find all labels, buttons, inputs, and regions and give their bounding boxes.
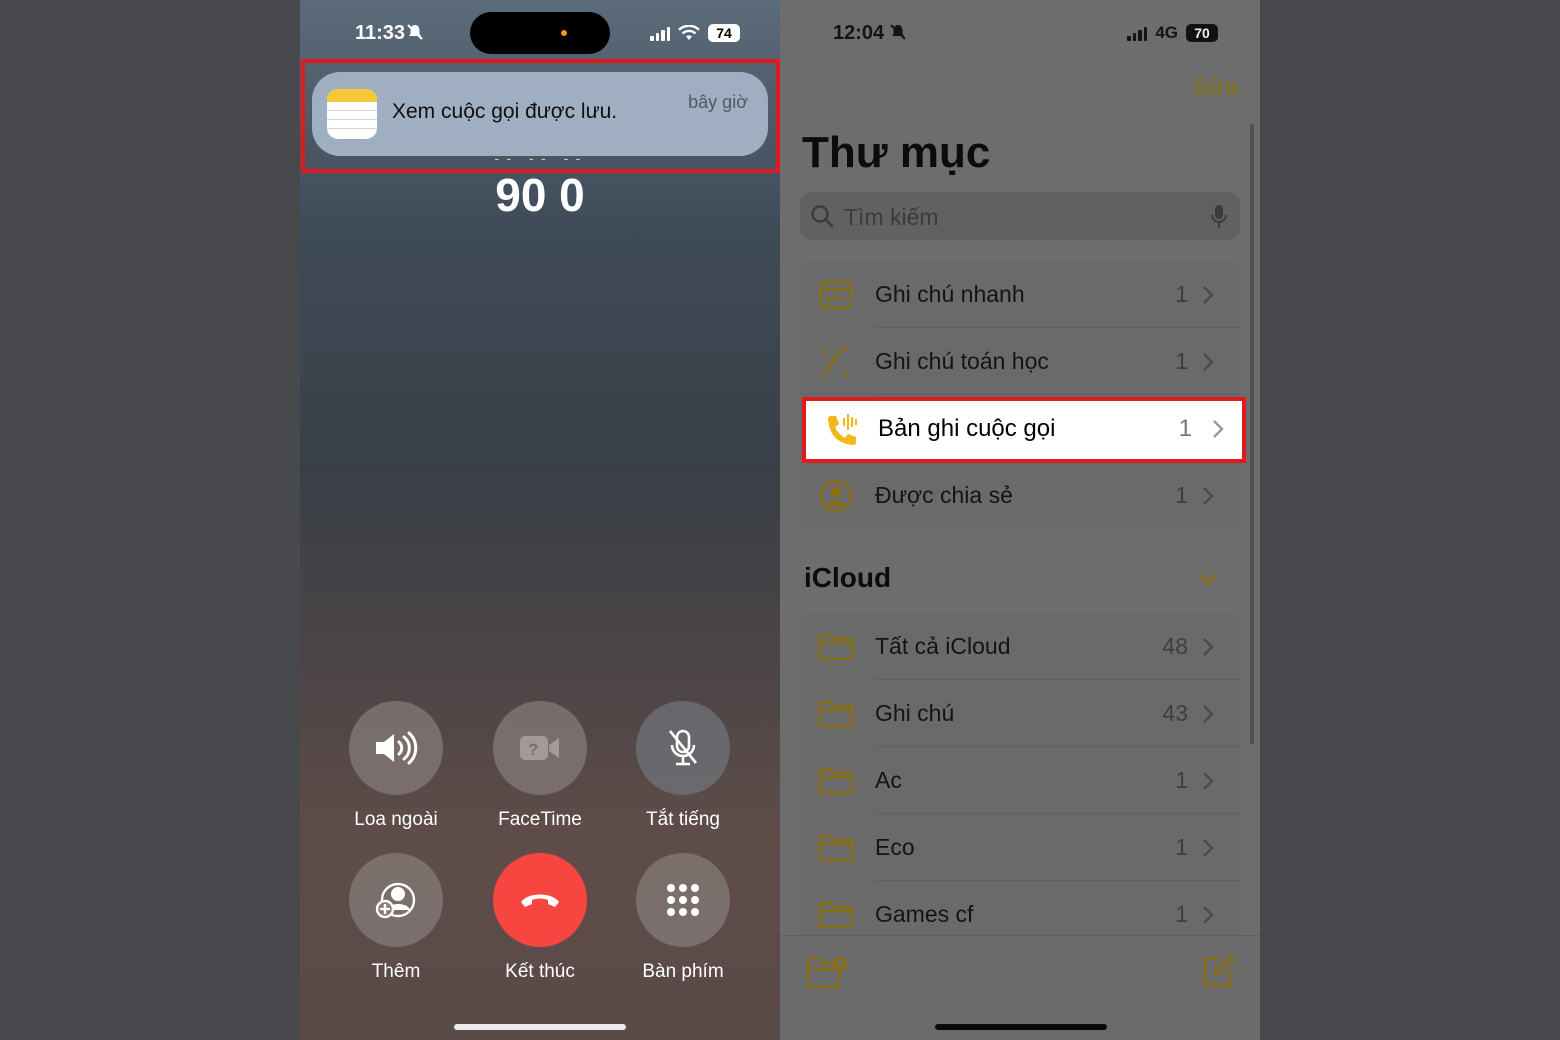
search-placeholder: Tìm kiếm [844, 204, 939, 230]
hang-up-icon [521, 894, 559, 907]
mute-button[interactable] [636, 701, 730, 795]
chevron-down-icon[interactable] [1198, 572, 1218, 586]
speaker-label: Loa ngoài [354, 809, 438, 830]
folder-icon [818, 763, 854, 799]
chevron-right-icon [1202, 283, 1218, 307]
facetime-control[interactable]: ? FaceTime [470, 701, 610, 831]
speaker-control[interactable]: Loa ngoài [326, 701, 466, 831]
battery-icon: 74 [708, 24, 740, 42]
network-type: 4G [1155, 23, 1178, 42]
folder-icon [818, 830, 854, 866]
svg-text:Y: Y [820, 346, 828, 360]
scrollbar[interactable] [1250, 124, 1254, 744]
chevron-right-icon [1202, 484, 1218, 508]
search-icon [811, 205, 834, 228]
chevron-right-icon [1202, 350, 1218, 374]
chevron-right-icon [1202, 836, 1218, 860]
caller-number: 90 0 [495, 169, 585, 221]
new-folder-icon[interactable] [806, 956, 850, 990]
home-indicator[interactable] [454, 1024, 626, 1030]
dynamic-island [470, 12, 610, 54]
folder-row-shared[interactable]: Được chia sẻ 1 [800, 462, 1240, 529]
add-call-button[interactable] [349, 853, 443, 947]
folder-row-math-notes[interactable]: YX Ghi chú toán học 1 [800, 328, 1240, 395]
chevron-right-icon [1212, 419, 1224, 444]
folder-icon [818, 629, 854, 665]
icloud-section-header[interactable]: iCloud [804, 562, 891, 594]
add-person-icon [375, 882, 416, 919]
folder-icon [818, 696, 854, 732]
edit-button[interactable]: Sửa [1193, 74, 1238, 102]
cellular-signal-icon [1127, 25, 1148, 41]
end-call-label: Kết thúc [505, 961, 575, 982]
notes-folders-screen: 12:04 4G 70 Sửa Thư mục Tìm kiếm Ghi chú… [780, 0, 1260, 1040]
mute-microphone-icon [668, 729, 698, 766]
quick-note-icon [818, 277, 854, 313]
smart-folders-list: Ghi chú nhanh 1 YX Ghi chú toán học 1 Đư… [800, 261, 1240, 529]
icloud-folders-list: Tất cả iCloud 48 Ghi chú 43 Ac 1 Eco 1 G… [800, 613, 1240, 953]
keypad-control[interactable]: Bàn phím [613, 853, 753, 983]
facetime-button[interactable]: ? [493, 701, 587, 795]
page-title: Thư mục [802, 128, 991, 177]
svg-text:?: ? [528, 740, 538, 759]
folder-icon [818, 897, 854, 933]
chevron-right-icon [1202, 635, 1218, 659]
mute-control[interactable]: Tắt tiếng [613, 701, 753, 831]
folder-row-quick-notes[interactable]: Ghi chú nhanh 1 [800, 261, 1240, 328]
battery-icon: 70 [1186, 24, 1218, 42]
keypad-label: Bàn phím [642, 961, 724, 982]
chevron-right-icon [1202, 769, 1218, 793]
compose-note-icon[interactable] [1202, 954, 1236, 988]
mute-label: Tắt tiếng [646, 809, 720, 830]
shared-icon [818, 478, 854, 514]
end-call-button[interactable] [493, 853, 587, 947]
folder-row-call-recordings[interactable]: Bản ghi cuộc gọi 1 [802, 397, 1246, 463]
microphone-icon[interactable] [1210, 203, 1228, 231]
home-indicator[interactable] [935, 1024, 1107, 1030]
math-notes-icon: YX [818, 344, 854, 380]
speaker-icon [376, 731, 418, 765]
wifi-icon [678, 25, 700, 40]
facetime-unavailable-icon: ? [520, 736, 559, 760]
facetime-label: FaceTime [498, 809, 582, 830]
folder-row[interactable]: Ghi chú 43 [800, 680, 1240, 747]
status-time: 12:04 [833, 21, 885, 44]
keypad-icon [667, 884, 699, 916]
status-time: 11:33 [355, 21, 406, 44]
folder-row[interactable]: Eco 1 [800, 814, 1240, 881]
cellular-signal-icon [650, 25, 670, 41]
silent-bell-icon [407, 24, 423, 40]
keypad-button[interactable] [636, 853, 730, 947]
call-recording-icon [828, 413, 858, 445]
add-call-label: Thêm [371, 961, 421, 982]
silent-bell-icon [890, 24, 906, 40]
search-field[interactable]: Tìm kiếm [800, 192, 1240, 240]
folder-row[interactable]: Tất cả iCloud 48 [800, 613, 1240, 680]
folder-row[interactable]: Ac 1 [800, 747, 1240, 814]
end-call-control[interactable]: Kết thúc [470, 853, 610, 983]
chevron-right-icon [1202, 903, 1218, 927]
speaker-button[interactable] [349, 701, 443, 795]
add-call-control[interactable]: Thêm [326, 853, 466, 983]
chevron-right-icon [1202, 702, 1218, 726]
highlight-frame-notification [301, 59, 780, 173]
svg-text:X: X [842, 367, 850, 380]
